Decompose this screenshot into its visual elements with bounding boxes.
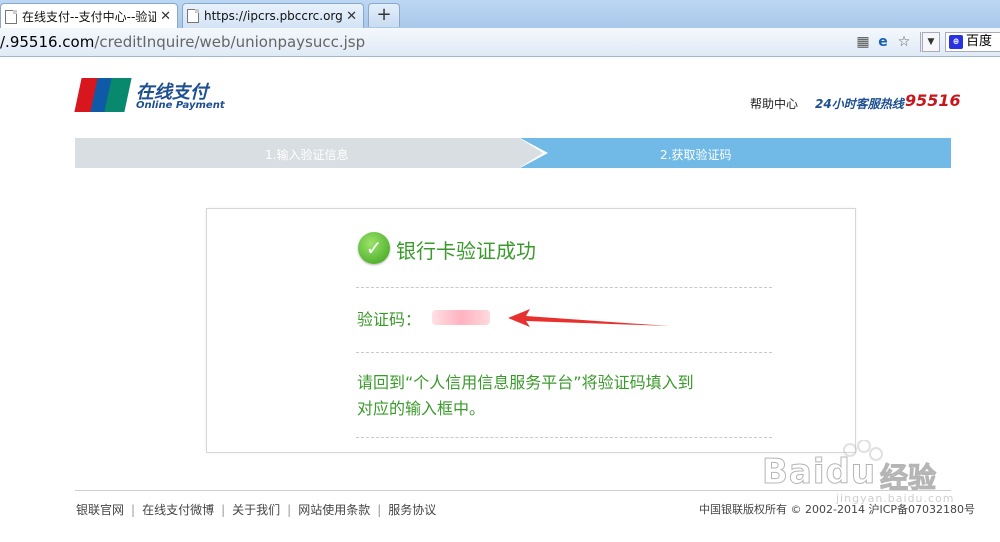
url-host: /.95516.com <box>0 33 95 51</box>
close-tab-icon[interactable]: ✕ <box>160 9 171 24</box>
new-tab-button[interactable]: + <box>368 3 400 27</box>
page-icon <box>187 9 199 23</box>
unionpay-logo[interactable] <box>74 78 132 112</box>
separator: | <box>287 503 292 517</box>
separator: | <box>377 503 382 517</box>
url-field[interactable]: /.95516.com/creditInquire/web/unionpaysu… <box>0 31 845 53</box>
search-input[interactable]: ꚛ 百度 <box>945 32 1000 52</box>
address-bar: /.95516.com/creditInquire/web/unionpaysu… <box>0 28 1000 57</box>
footer-link-about[interactable]: 关于我们 <box>232 503 280 517</box>
url-path: /creditInquire/web/unionpaysucc.jsp <box>94 33 366 51</box>
close-tab-icon[interactable]: ✕ <box>346 9 357 24</box>
footer-link-agreement[interactable]: 服务协议 <box>388 503 436 517</box>
watermark-text-2: du <box>825 452 877 493</box>
watermark-text: Bai <box>762 452 826 493</box>
hotline-label: 24小时客服热线 <box>815 97 904 111</box>
help-center-link[interactable]: 帮助中心 <box>750 95 798 112</box>
watermark-cn: 经验 <box>879 461 937 495</box>
star-icon[interactable]: ☆ <box>896 34 912 50</box>
search-text: 百度 <box>966 34 993 49</box>
instruction-line-1: 请回到“个人信用信息服务平台”将验证码填入到 <box>357 373 694 392</box>
divider <box>356 352 772 353</box>
footer-links: 银联官网 | 在线支付微博 | 关于我们 | 网站使用条款 | 服务协议 <box>76 501 436 518</box>
step-1-label: 1.输入验证信息 <box>265 148 349 162</box>
baidu-icon: ꚛ <box>949 35 963 49</box>
separator: | <box>131 503 136 517</box>
page-icon <box>5 9 17 24</box>
divider <box>356 437 772 438</box>
footer-link-weibo[interactable]: 在线支付微博 <box>142 503 214 517</box>
separator: | <box>221 503 226 517</box>
red-arrow-annotation <box>508 309 669 327</box>
browser-tab-active[interactable]: 在线支付--支付中心--验证成 ✕ <box>0 3 178 29</box>
footer-link-unionpay[interactable]: 银联官网 <box>76 503 124 517</box>
qr-icon[interactable]: ▦ <box>855 34 871 50</box>
tab-title: 在线支付--支付中心--验证成 <box>22 10 156 24</box>
dropdown-icon[interactable]: ▼ <box>922 32 940 52</box>
tab-title: https://ipcrs.pbccrc.org.cn <box>204 9 343 23</box>
verification-code-value-redacted <box>432 310 490 325</box>
watermark-logo: Baidu <box>762 452 877 493</box>
browser-tab-strip: 在线支付--支付中心--验证成 ✕ https://ipcrs.pbccrc.o… <box>0 0 1000 29</box>
step-arrow-fill <box>519 138 543 168</box>
watermark-sub: jingyan.baidu.com <box>836 492 955 505</box>
verification-code-label: 验证码： <box>357 310 422 329</box>
logo-subtitle: Online Payment <box>136 100 225 111</box>
step-progress: 1.输入验证信息 2.获取验证码 <box>75 138 951 168</box>
check-success-icon: ✓ <box>358 232 390 264</box>
divider <box>356 287 772 288</box>
hotline-number: 95516 <box>905 91 961 110</box>
footer-link-terms[interactable]: 网站使用条款 <box>298 503 370 517</box>
instruction-line-2: 对应的输入框中。 <box>357 399 486 418</box>
compat-icon[interactable]: e <box>875 34 891 50</box>
success-title: 银行卡验证成功 <box>396 239 536 263</box>
separator <box>920 32 921 52</box>
step-2-label: 2.获取验证码 <box>660 148 732 162</box>
instruction-text: 请回到“个人信用信息服务平台”将验证码填入到 对应的输入框中。 <box>357 370 777 422</box>
browser-tab[interactable]: https://ipcrs.pbccrc.org.cn ✕ <box>182 3 364 28</box>
